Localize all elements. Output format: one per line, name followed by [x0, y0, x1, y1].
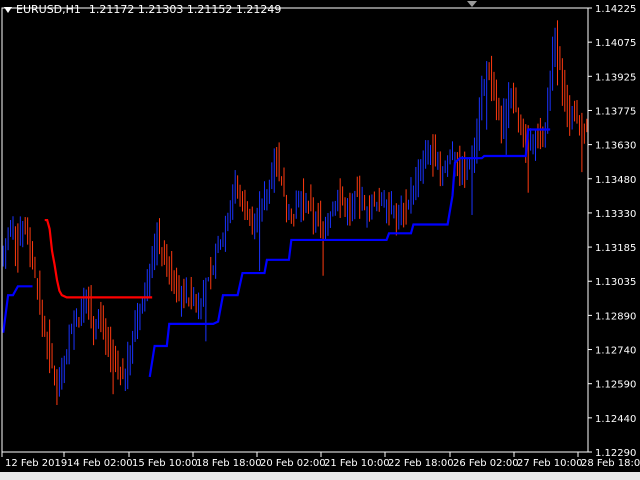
- chart-window[interactable]: 1.14225 1.14075 1.13925 1.13775 1.13630 1.134…: [0, 0, 640, 480]
- y-tick-label: 1.13775: [595, 106, 636, 117]
- symbol-dropdown-icon[interactable]: [4, 6, 12, 13]
- price-chart[interactable]: 1.14225 1.14075 1.13925 1.13775 1.13630 1.134…: [0, 0, 640, 480]
- x-tick-label: 14 Feb 02:00: [67, 458, 133, 469]
- x-tick-label: 21 Feb 10:00: [324, 458, 390, 469]
- indicator-blue-line: [148, 128, 551, 378]
- y-tick-label: 1.13035: [595, 277, 636, 288]
- x-tick-label: 18 Feb 18:00: [196, 458, 262, 469]
- x-tick-label: 20 Feb 02:00: [260, 458, 326, 469]
- y-tick-label: 1.14225: [595, 4, 636, 15]
- x-tick-label: 15 Feb 10:00: [132, 458, 198, 469]
- y-tick-label: 1.13185: [595, 243, 636, 254]
- symbol-label: EURUSD,H1: [16, 3, 81, 16]
- x-tick-label: 12 Feb 2019: [5, 458, 67, 469]
- chart-shift-marker-icon[interactable]: [467, 1, 477, 7]
- y-tick-label: 1.12590: [595, 380, 636, 391]
- ohlc-values: 1.21172 1.21303 1.21152 1.21249: [88, 3, 282, 16]
- indicator-blue-line: [2, 285, 33, 333]
- y-tick-label: 1.13630: [595, 141, 636, 152]
- symbol-info-bar: EURUSD,H1 1.21172 1.21303 1.21152 1.2124…: [4, 3, 281, 16]
- status-strip: [0, 472, 640, 480]
- plot-frame: [1, 7, 589, 453]
- x-tick-label: 28 Feb 18:00: [581, 458, 640, 469]
- y-tick-label: 1.12890: [595, 311, 636, 322]
- x-tick-label: 26 Feb 02:00: [453, 458, 519, 469]
- y-tick-label: 1.13330: [595, 209, 636, 220]
- y-tick-label: 1.13480: [595, 175, 636, 186]
- x-tick-label: 27 Feb 10:00: [517, 458, 583, 469]
- y-tick-label: 1.12740: [595, 346, 636, 357]
- y-tick-label: 1.12440: [595, 414, 636, 425]
- indicator-red-line: [44, 218, 153, 299]
- y-tick-label: 1.14075: [595, 38, 636, 49]
- x-tick-label: 22 Feb 18:00: [388, 458, 454, 469]
- y-tick-label: 1.13925: [595, 72, 636, 83]
